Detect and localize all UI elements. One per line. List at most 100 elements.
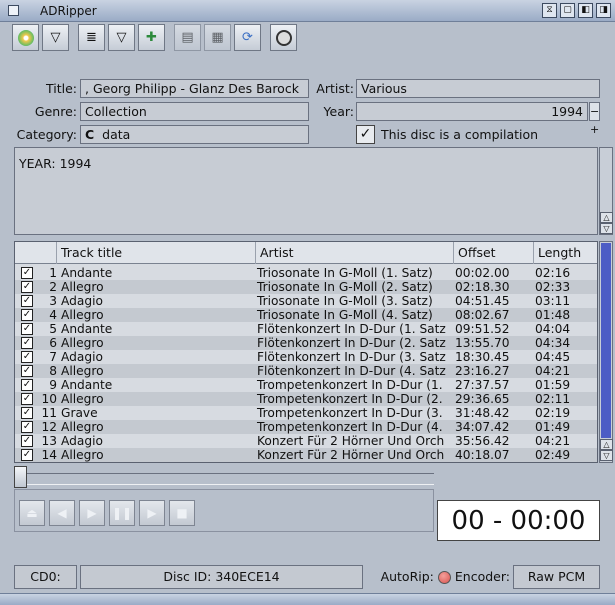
next-button[interactable]: ▶ (139, 500, 165, 526)
header-track-title[interactable]: Track title (57, 242, 256, 264)
app-window: ADRipper ⧖ ▢ ◧ ◨ ▽ ≣ ▽ ✚ ▤ ▦ ⟳ Title: , … (0, 0, 615, 605)
list-icon: ≣ (86, 30, 97, 45)
pause-button[interactable]: ❚❚ (109, 500, 135, 526)
close-window-icon[interactable] (8, 5, 19, 16)
track-number: 9 (49, 378, 57, 392)
add-button[interactable]: ✚ (138, 24, 165, 51)
compilation-checkbox[interactable]: ✓ (356, 125, 375, 144)
autorip-led-icon[interactable] (437, 570, 451, 584)
play-icon: ▶ (87, 506, 97, 520)
table-row[interactable]: ✓ 12 Allegro Trompetenkonzert In D-Dur (4. 3… (15, 420, 597, 434)
table-row[interactable]: ✓ 2 Allegro Triosonate In G-Moll (2. Satz) 0… (15, 280, 597, 294)
track-number: 10 (41, 392, 57, 406)
track-number: 6 (49, 336, 57, 350)
track-artist: Triosonate In G-Moll (2. Satz) (257, 280, 433, 294)
year-label: Year: (323, 104, 354, 119)
track-number: 2 (49, 280, 57, 294)
play-button[interactable]: ▶ (79, 500, 105, 526)
year-stepper[interactable]: −+ (589, 102, 600, 136)
scroll-up-icon[interactable]: △ (600, 212, 613, 223)
track-checkbox[interactable]: ✓ (21, 407, 33, 419)
scroll-up-icon[interactable]: △ (600, 439, 613, 450)
header-artist[interactable]: Artist (256, 242, 454, 264)
player-controls: ⏏ ◀ ▶ ❚❚ ▶ ■ (19, 500, 195, 534)
scroll-down-icon[interactable]: ▽ (600, 450, 613, 461)
info-text: YEAR: 1994 (19, 156, 92, 171)
title-label: Title: (46, 81, 77, 96)
stop-button[interactable]: ■ (169, 500, 195, 526)
track-checkbox[interactable]: ✓ (21, 449, 33, 461)
disc-info-text[interactable]: YEAR: 1994 (14, 147, 598, 235)
track-artist: Trompetenkonzert In D-Dur (3. (257, 406, 443, 420)
scroll-down-icon[interactable]: ▽ (600, 223, 613, 234)
track-offset: 18:30.45 (455, 350, 510, 364)
header-check (15, 242, 57, 264)
track-title: Allegro (61, 392, 104, 406)
info-scrollbar[interactable]: △ ▽ (599, 147, 613, 235)
track-title: Adagio (61, 294, 103, 308)
track-checkbox[interactable]: ✓ (21, 421, 33, 433)
track-artist: Triosonate In G-Moll (1. Satz) (257, 266, 433, 280)
seek-bar[interactable] (14, 473, 434, 485)
tracklist-button[interactable]: ≣ (78, 24, 105, 51)
track-checkbox[interactable]: ✓ (21, 323, 33, 335)
track-checkbox[interactable]: ✓ (21, 281, 33, 293)
genre-field[interactable]: Collection (80, 102, 309, 121)
stop-icon: ■ (176, 506, 188, 520)
stop-rip-button[interactable] (270, 24, 297, 51)
table-row[interactable]: ✓ 1 Andante Triosonate In G-Moll (1. Satz) 0… (15, 266, 597, 280)
table-row[interactable]: ✓ 3 Adagio Triosonate In G-Moll (3. Satz) 04… (15, 294, 597, 308)
category-cycle[interactable]: C data (80, 125, 309, 144)
depth-icon[interactable]: ◧ (578, 3, 593, 18)
scroll-thumb[interactable] (601, 243, 611, 438)
track-checkbox[interactable]: ✓ (21, 295, 33, 307)
table-row[interactable]: ✓ 13 Adagio Konzert Für 2 Hörner Und Orch 35… (15, 434, 597, 448)
track-offset: 00:02.00 (455, 266, 510, 280)
track-checkbox[interactable]: ✓ (21, 309, 33, 321)
artist-field[interactable]: Various (356, 79, 600, 98)
depth-back-icon[interactable]: ◨ (596, 3, 611, 18)
table-row[interactable]: ✓ 7 Adagio Flötenkonzert In D-Dur (3. Satz 1… (15, 350, 597, 364)
table-row[interactable]: ✓ 4 Allegro Triosonate In G-Moll (4. Satz) 0… (15, 308, 597, 322)
list-edit-button[interactable]: ▦ (204, 24, 231, 51)
time-display: 00 - 00:00 (437, 500, 600, 541)
cd-menu-dropdown[interactable]: ▽ (42, 24, 69, 51)
table-scrollbar[interactable]: △ ▽ (599, 241, 613, 463)
table-row[interactable]: ✓ 8 Allegro Flötenkonzert In D-Dur (4. Satz… (15, 364, 597, 378)
table-row[interactable]: ✓ 10 Allegro Trompetenkonzert In D-Dur (2. 2… (15, 392, 597, 406)
track-checkbox[interactable]: ✓ (21, 393, 33, 405)
table-row[interactable]: ✓ 6 Allegro Flötenkonzert In D-Dur (2. Satz… (15, 336, 597, 350)
genre-label: Genre: (34, 104, 77, 119)
track-offset: 29:36.65 (455, 392, 510, 406)
track-title: Allegro (61, 280, 104, 294)
track-checkbox[interactable]: ✓ (21, 337, 33, 349)
title-field[interactable]: , Georg Philipp - Glanz Des Barock (80, 79, 309, 98)
track-checkbox[interactable]: ✓ (21, 267, 33, 279)
header-offset[interactable]: Offset (454, 242, 534, 264)
cd-drive-button[interactable] (12, 24, 39, 51)
track-checkbox[interactable]: ✓ (21, 351, 33, 363)
title-bar[interactable]: ADRipper ⧖ ▢ ◧ ◨ (0, 0, 615, 22)
track-checkbox[interactable]: ✓ (21, 365, 33, 377)
track-checkbox[interactable]: ✓ (21, 435, 33, 447)
next-icon: ▶ (147, 506, 157, 520)
iconify-icon[interactable]: ⧖ (542, 3, 557, 18)
edit-button[interactable]: ▤ (174, 24, 201, 51)
list-edit-icon: ▦ (211, 30, 224, 45)
table-row[interactable]: ✓ 14 Allegro Konzert Für 2 Hörner Und Orch 4… (15, 448, 597, 462)
previous-button[interactable]: ◀ (49, 500, 75, 526)
seek-knob[interactable] (14, 466, 27, 488)
refresh-button[interactable]: ⟳ (234, 24, 261, 51)
zoom-icon[interactable]: ▢ (560, 3, 575, 18)
tracklist-menu-dropdown[interactable]: ▽ (108, 24, 135, 51)
table-row[interactable]: ✓ 11 Grave Trompetenkonzert In D-Dur (3. 31:… (15, 406, 597, 420)
track-checkbox[interactable]: ✓ (21, 379, 33, 391)
track-title: Andante (61, 266, 113, 280)
encoder-button[interactable]: Raw PCM (513, 565, 600, 589)
year-field[interactable]: 1994 (356, 102, 588, 121)
header-length[interactable]: Length (534, 242, 597, 264)
table-row[interactable]: ✓ 5 Andante Flötenkonzert In D-Dur (1. Satz… (15, 322, 597, 336)
eject-button[interactable]: ⏏ (19, 500, 45, 526)
minus-plus-icon: −+ (590, 105, 600, 136)
table-row[interactable]: ✓ 9 Andante Trompetenkonzert In D-Dur (1. 27… (15, 378, 597, 392)
